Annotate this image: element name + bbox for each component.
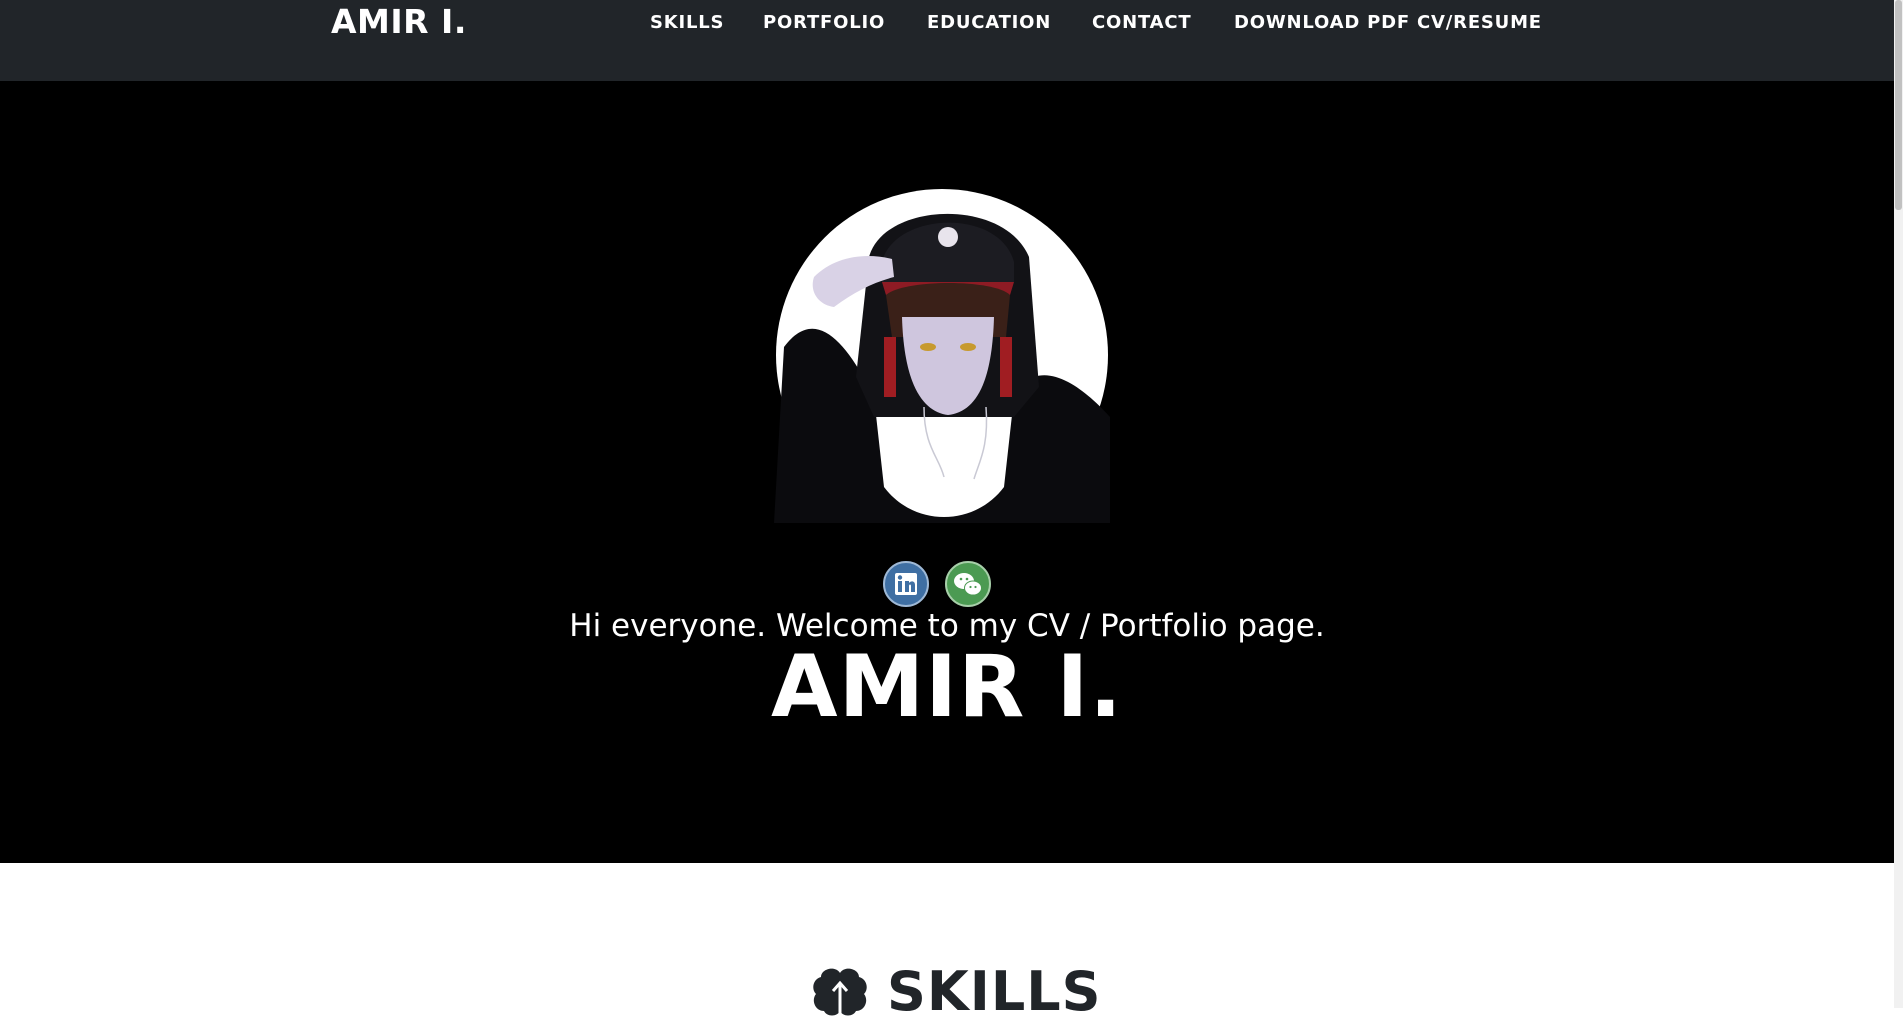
skills-title: SKILLS bbox=[887, 960, 1102, 1023]
hero-section: Hi everyone. Welcome to my CV / Portfoli… bbox=[0, 81, 1894, 863]
nav-link-portfolio[interactable]: PORTFOLIO bbox=[763, 12, 885, 33]
nav-link-skills[interactable]: SKILLS bbox=[650, 12, 724, 33]
nav-link-education[interactable]: EDUCATION bbox=[927, 12, 1051, 33]
linkedin-icon[interactable] bbox=[883, 561, 929, 607]
page-scrollbar[interactable] bbox=[1894, 0, 1903, 1008]
brain-icon bbox=[813, 968, 867, 1016]
nav-link-download-cv[interactable]: DOWNLOAD PDF CV/RESUME bbox=[1234, 12, 1542, 33]
navbar: AMIR I. SKILLS PORTFOLIO EDUCATION CONTA… bbox=[0, 0, 1894, 81]
hero-name: AMIR I. bbox=[771, 637, 1123, 737]
wechat-icon[interactable] bbox=[945, 561, 991, 607]
nav-link-contact[interactable]: CONTACT bbox=[1092, 12, 1191, 33]
brand-logo[interactable]: AMIR I. bbox=[331, 2, 467, 41]
profile-avatar bbox=[774, 189, 1110, 523]
scrollbar-thumb[interactable] bbox=[1895, 0, 1902, 210]
